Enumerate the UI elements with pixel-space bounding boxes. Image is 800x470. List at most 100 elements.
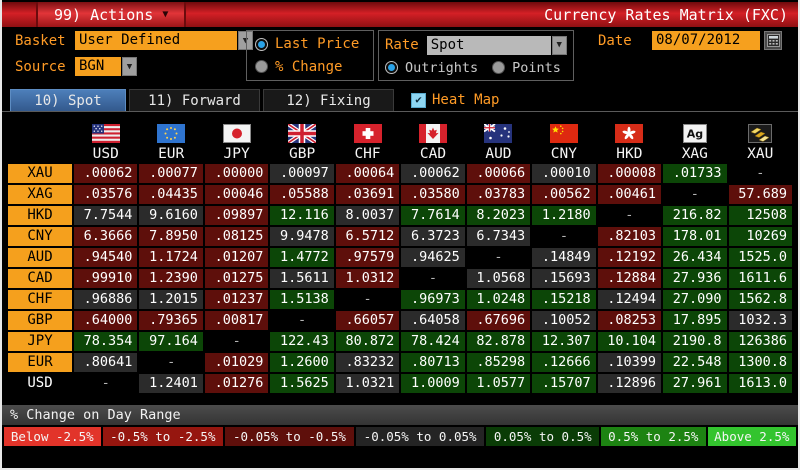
rate-cell-chf-cny[interactable]: .15218 (532, 290, 596, 309)
rate-cell-chf-usd[interactable]: .96886 (74, 290, 138, 309)
rate-cell-cad-jpy[interactable]: .01275 (204, 269, 269, 288)
rate-cell-usd-xag[interactable]: 27.961 (663, 374, 727, 393)
row-label-eur[interactable]: EUR (8, 353, 72, 372)
rate-cell-cny-eur[interactable]: 7.8950 (139, 227, 203, 246)
rate-cell-cny-chf[interactable]: 6.5712 (335, 227, 400, 246)
row-label-xau[interactable]: XAU (8, 164, 72, 183)
rate-cell-jpy-jpy[interactable]: - (204, 332, 269, 351)
tab-11-forward[interactable]: 11) Forward (129, 89, 260, 111)
rate-cell-chf-chf[interactable]: - (335, 290, 400, 309)
rate-cell-gbp-cad[interactable]: .64058 (401, 311, 465, 330)
rate-cell-xau-cny[interactable]: .00010 (532, 164, 596, 183)
rate-cell-cad-aud[interactable]: 1.0568 (466, 269, 531, 288)
radio-last-price[interactable]: Last Price (255, 36, 365, 52)
col-header-hkd[interactable]: HKD (597, 116, 662, 162)
rate-cell-usd-gbp[interactable]: 1.5625 (270, 374, 334, 393)
row-label-jpy[interactable]: JPY (8, 332, 72, 351)
rate-cell-eur-jpy[interactable]: .01029 (204, 353, 269, 372)
rate-cell-cad-usd[interactable]: .99910 (74, 269, 138, 288)
chevron-down-icon[interactable]: ▼ (122, 57, 137, 76)
rate-cell-jpy-aud[interactable]: 82.878 (466, 332, 531, 351)
rate-cell-eur-eur[interactable]: - (139, 353, 203, 372)
heat-map-checkbox[interactable]: ✔ (411, 92, 426, 108)
rate-cell-cny-cad[interactable]: 6.3723 (401, 227, 465, 246)
col-header-usd[interactable]: USD (74, 116, 138, 162)
col-header-cad[interactable]: CAD (401, 116, 465, 162)
rate-dropdown[interactable]: Spot ▼ (426, 35, 567, 55)
rate-cell-usd-cad[interactable]: 1.0009 (401, 374, 465, 393)
rate-cell-usd-eur[interactable]: 1.2401 (139, 374, 203, 393)
tab-10-spot[interactable]: 10) Spot (10, 89, 126, 111)
rate-cell-aud-cny[interactable]: .14849 (532, 248, 596, 267)
rate-cell-aud-xag[interactable]: 26.434 (663, 248, 727, 267)
rate-cell-xau-xag[interactable]: .01733 (663, 164, 727, 183)
rate-cell-cny-jpy[interactable]: .08125 (204, 227, 269, 246)
actions-menu-button[interactable]: 99) Actions ▼ (36, 2, 187, 27)
rate-cell-xag-cad[interactable]: .03580 (401, 185, 465, 204)
rate-cell-cad-eur[interactable]: 1.2390 (139, 269, 203, 288)
row-label-hkd[interactable]: HKD (8, 206, 72, 225)
rate-cell-gbp-aud[interactable]: .67696 (466, 311, 531, 330)
rate-cell-jpy-chf[interactable]: 80.872 (335, 332, 400, 351)
rate-cell-jpy-xag[interactable]: 2190.8 (663, 332, 727, 351)
rate-cell-cad-hkd[interactable]: .12884 (597, 269, 662, 288)
rate-cell-hkd-hkd[interactable]: - (597, 206, 662, 225)
rate-cell-xau-aud[interactable]: .00066 (466, 164, 531, 183)
rate-cell-xag-hkd[interactable]: .00461 (597, 185, 662, 204)
rate-cell-gbp-hkd[interactable]: .08253 (597, 311, 662, 330)
col-header-jpy[interactable]: JPY (204, 116, 269, 162)
rate-cell-gbp-jpy[interactable]: .00817 (204, 311, 269, 330)
rate-cell-chf-xau[interactable]: 1562.8 (728, 290, 792, 309)
rate-cell-hkd-aud[interactable]: 8.2023 (466, 206, 531, 225)
calendar-icon[interactable] (764, 31, 782, 50)
row-label-gbp[interactable]: GBP (8, 311, 72, 330)
col-header-aud[interactable]: AUD (466, 116, 531, 162)
rate-cell-gbp-xau[interactable]: 1032.3 (728, 311, 792, 330)
col-header-chf[interactable]: CHF (335, 116, 400, 162)
rate-cell-aud-usd[interactable]: .94540 (74, 248, 138, 267)
rate-cell-chf-cad[interactable]: .96973 (401, 290, 465, 309)
rate-cell-xau-gbp[interactable]: .00097 (270, 164, 334, 183)
rate-cell-eur-cny[interactable]: .12666 (532, 353, 596, 372)
rate-cell-xag-xau[interactable]: 57.689 (728, 185, 792, 204)
rate-cell-aud-aud[interactable]: - (466, 248, 531, 267)
rate-cell-hkd-cny[interactable]: 1.2180 (532, 206, 596, 225)
row-label-usd[interactable]: USD (8, 374, 72, 393)
rate-cell-aud-xau[interactable]: 1525.0 (728, 248, 792, 267)
rate-cell-hkd-eur[interactable]: 9.6160 (139, 206, 203, 225)
rate-cell-xau-cad[interactable]: .00062 (401, 164, 465, 183)
rate-cell-hkd-xau[interactable]: 12508 (728, 206, 792, 225)
rate-cell-xag-eur[interactable]: .04435 (139, 185, 203, 204)
rate-cell-eur-chf[interactable]: .83232 (335, 353, 400, 372)
rate-cell-xag-xag[interactable]: - (663, 185, 727, 204)
rate-cell-cad-chf[interactable]: 1.0312 (335, 269, 400, 288)
rate-cell-cad-cad[interactable]: - (401, 269, 465, 288)
rate-cell-chf-jpy[interactable]: .01237 (204, 290, 269, 309)
rate-cell-xau-usd[interactable]: .00062 (74, 164, 138, 183)
rate-cell-chf-xag[interactable]: 27.090 (663, 290, 727, 309)
rate-cell-xag-chf[interactable]: .03691 (335, 185, 400, 204)
rate-cell-gbp-xag[interactable]: 17.895 (663, 311, 727, 330)
rate-cell-chf-hkd[interactable]: .12494 (597, 290, 662, 309)
row-label-chf[interactable]: CHF (8, 290, 72, 309)
rate-cell-jpy-xau[interactable]: 126386 (728, 332, 792, 351)
row-label-xag[interactable]: XAG (8, 185, 72, 204)
rate-cell-cny-hkd[interactable]: .82103 (597, 227, 662, 246)
rate-cell-xau-xau[interactable]: - (728, 164, 792, 183)
rate-cell-aud-eur[interactable]: 1.1724 (139, 248, 203, 267)
rate-cell-xag-jpy[interactable]: .00046 (204, 185, 269, 204)
radio-points[interactable]: Points (492, 60, 561, 76)
rate-cell-chf-aud[interactable]: 1.0248 (466, 290, 531, 309)
col-header-gbp[interactable]: GBP (270, 116, 334, 162)
rate-cell-gbp-eur[interactable]: .79365 (139, 311, 203, 330)
rate-cell-eur-usd[interactable]: .80641 (74, 353, 138, 372)
tab-12-fixing[interactable]: 12) Fixing (263, 89, 394, 111)
rate-cell-usd-hkd[interactable]: .12896 (597, 374, 662, 393)
rate-cell-hkd-chf[interactable]: 8.0037 (335, 206, 400, 225)
rate-cell-gbp-chf[interactable]: .66057 (335, 311, 400, 330)
date-field[interactable]: 08/07/2012 (652, 31, 760, 50)
rate-cell-gbp-usd[interactable]: .64000 (74, 311, 138, 330)
rate-cell-usd-jpy[interactable]: .01276 (204, 374, 269, 393)
rate-cell-aud-cad[interactable]: .94625 (401, 248, 465, 267)
rate-cell-jpy-cny[interactable]: 12.307 (532, 332, 596, 351)
